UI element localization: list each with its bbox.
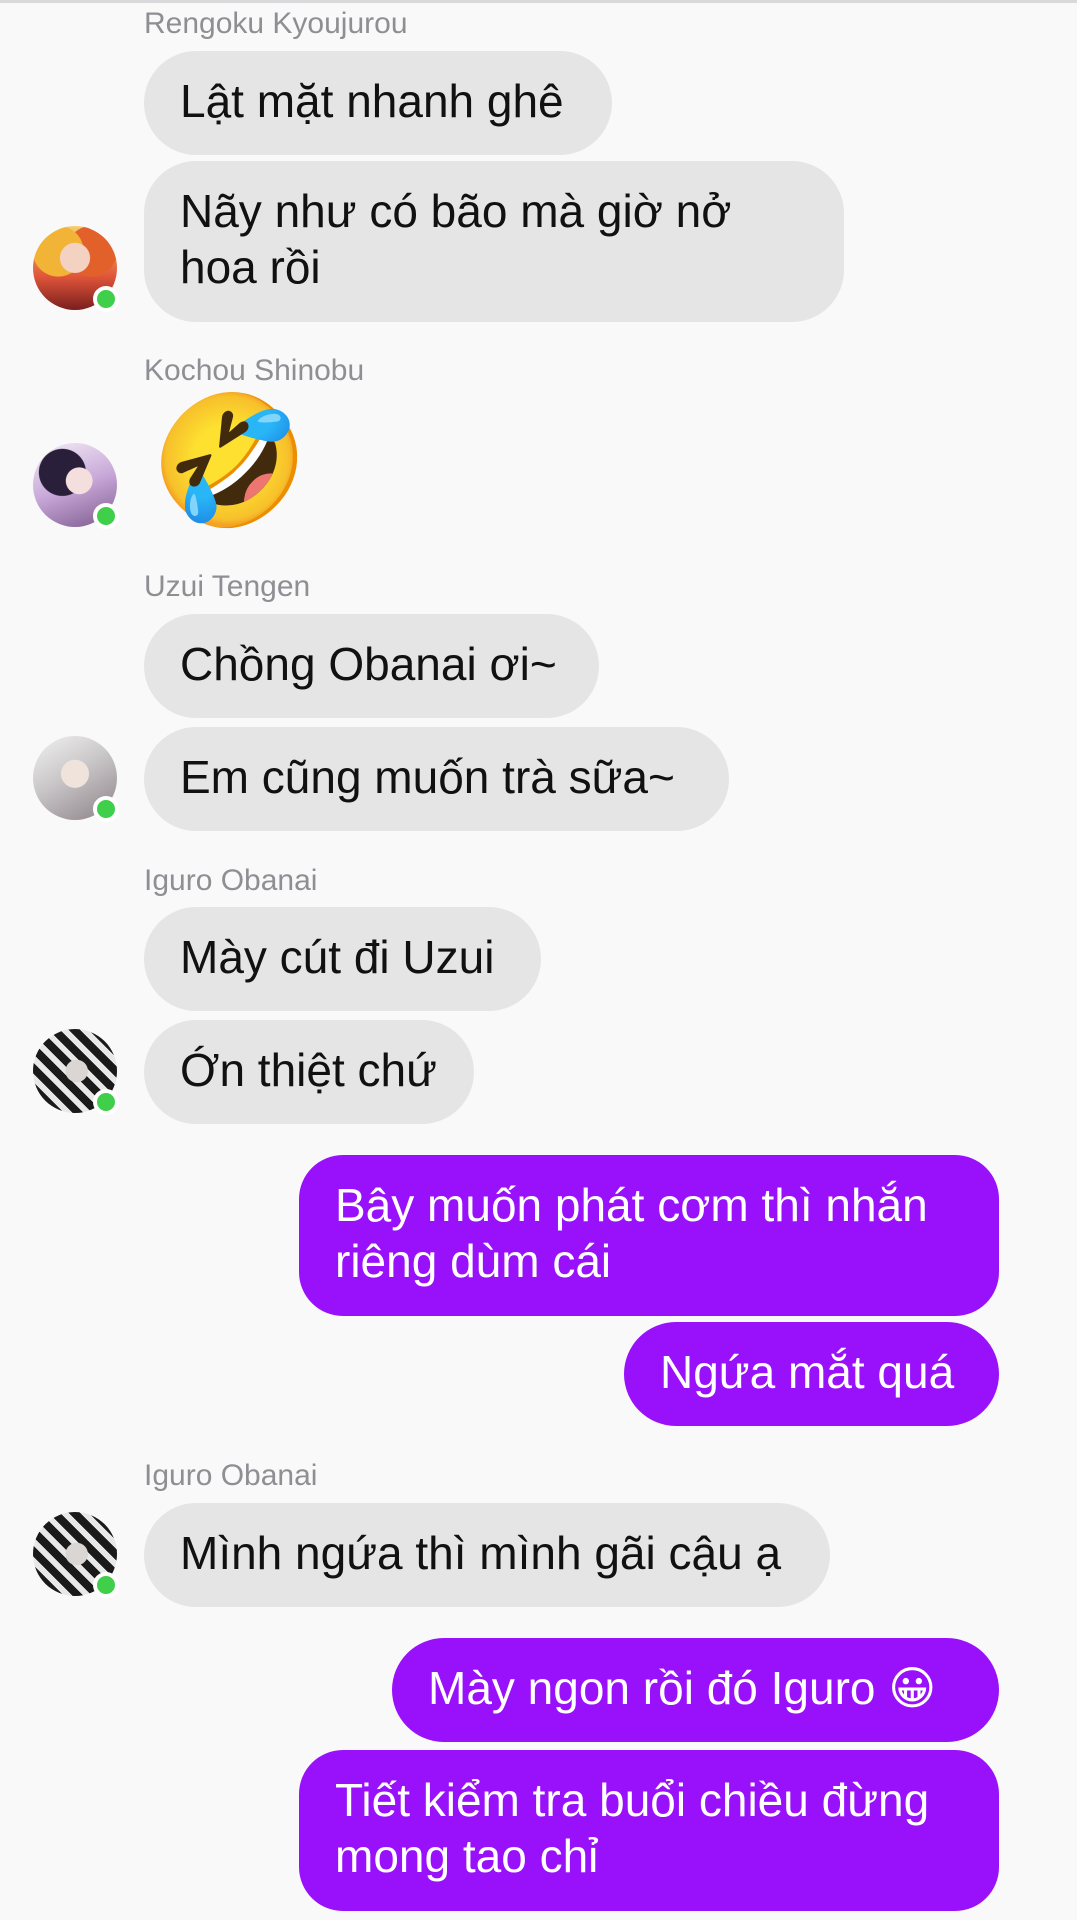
online-indicator-icon [93,1089,119,1115]
incoming-message[interactable]: Mình ngứa thì mình gãi cậu ạ [144,1503,830,1607]
online-indicator-icon [93,503,119,529]
top-divider [0,0,1077,3]
avatar[interactable] [33,226,119,312]
avatar[interactable] [33,1512,119,1598]
incoming-message[interactable]: Mày cút đi Uzui [144,907,541,1011]
sender-name: Iguro Obanai [144,864,318,897]
sender-name: Iguro Obanai [144,1459,318,1492]
incoming-message[interactable]: Nãy như có bão mà giờ nở hoa rồi [144,161,844,322]
sender-name: Uzui Tengen [144,570,311,603]
avatar[interactable] [33,1029,119,1115]
outgoing-message[interactable]: Bây muốn phát cơm thì nhắn riêng dùm cái [299,1155,999,1316]
avatar[interactable] [33,736,119,822]
sender-name: Kochou Shinobu [144,354,365,387]
outgoing-message[interactable]: Tiết kiểm tra buổi chiều đừng mong tao c… [299,1750,999,1911]
online-indicator-icon [93,286,119,312]
online-indicator-icon [93,796,119,822]
emoji-message[interactable]: 🤣 [150,397,309,527]
incoming-message[interactable]: Em cũng muốn trà sữa~ [144,727,729,831]
outgoing-message[interactable]: Ngứa mắt quá [624,1322,999,1426]
outgoing-message[interactable]: Mày ngon rồi đó Iguro 😀 [392,1638,999,1742]
sender-name: Rengoku Kyoujurou [144,7,408,40]
incoming-message[interactable]: Ớn thiệt chứ [144,1020,474,1124]
online-indicator-icon [93,1572,119,1598]
incoming-message[interactable]: Chồng Obanai ơi~ [144,614,599,718]
avatar[interactable] [33,443,119,529]
incoming-message[interactable]: Lật mặt nhanh ghê [144,51,612,155]
